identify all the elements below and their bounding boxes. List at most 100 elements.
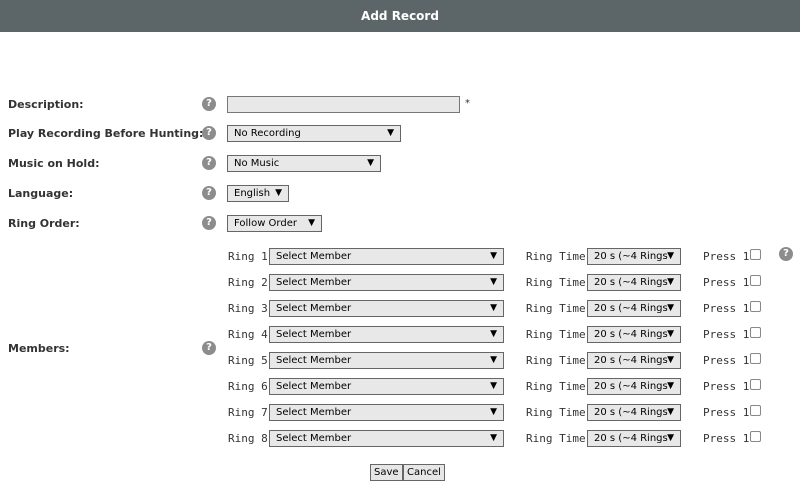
music-on-hold-select[interactable]: No Music ▼ bbox=[227, 155, 381, 172]
save-button[interactable]: Save bbox=[370, 464, 403, 481]
ring-label: Ring 8: bbox=[228, 432, 275, 445]
ring-time-value: 20 s (~4 Rings bbox=[594, 381, 668, 392]
ring-label: Ring 3: bbox=[228, 302, 275, 315]
ring-time-value: 20 s (~4 Rings bbox=[594, 303, 668, 314]
press-label: Press 1: bbox=[703, 302, 756, 315]
music-on-hold-value: No Music bbox=[234, 158, 280, 169]
ring-time-select[interactable]: 20 s (~4 Rings ▼ bbox=[587, 274, 681, 291]
chevron-down-icon: ▼ bbox=[667, 303, 674, 313]
press-label: Press 1: bbox=[703, 406, 756, 419]
press-label: Press 1: bbox=[703, 276, 756, 289]
press-1-checkbox[interactable] bbox=[750, 405, 761, 416]
ring-time-label: Ring Time: bbox=[526, 328, 593, 341]
ring-member-value: Select Member bbox=[276, 277, 352, 288]
ring-member-value: Select Member bbox=[276, 355, 352, 366]
ring-time-label: Ring Time: bbox=[526, 250, 593, 263]
ring-order-label: Ring Order: bbox=[8, 217, 80, 230]
chevron-down-icon: ▼ bbox=[667, 277, 674, 287]
play-recording-select[interactable]: No Recording ▼ bbox=[227, 125, 401, 142]
description-help-icon[interactable]: ? bbox=[202, 97, 216, 111]
chevron-down-icon: ▼ bbox=[490, 251, 497, 261]
chevron-down-icon: ▼ bbox=[367, 158, 374, 168]
ring-time-label: Ring Time: bbox=[526, 380, 593, 393]
dialog-title: Add Record bbox=[0, 0, 800, 32]
press-1-checkbox[interactable] bbox=[750, 301, 761, 312]
ring-time-label: Ring Time: bbox=[526, 276, 593, 289]
press-1-checkbox[interactable] bbox=[750, 327, 761, 338]
ring-member-select[interactable]: Select Member ▼ bbox=[269, 300, 504, 317]
language-help-icon[interactable]: ? bbox=[202, 186, 216, 200]
ring-time-value: 20 s (~4 Rings bbox=[594, 251, 668, 262]
chevron-down-icon: ▼ bbox=[667, 355, 674, 365]
chevron-down-icon: ▼ bbox=[490, 407, 497, 417]
ring-label: Ring 5: bbox=[228, 354, 275, 367]
press-label: Press 1: bbox=[703, 328, 756, 341]
language-select[interactable]: English ▼ bbox=[227, 185, 289, 202]
ring-label: Ring 4: bbox=[228, 328, 275, 341]
ring-member-select[interactable]: Select Member ▼ bbox=[269, 274, 504, 291]
ring-member-select[interactable]: Select Member ▼ bbox=[269, 326, 504, 343]
chevron-down-icon: ▼ bbox=[490, 355, 497, 365]
play-recording-value: No Recording bbox=[234, 128, 301, 139]
press-1-checkbox[interactable] bbox=[750, 379, 761, 390]
play-recording-help-icon[interactable]: ? bbox=[202, 126, 216, 140]
ring-order-value: Follow Order bbox=[234, 218, 297, 229]
ring-time-select[interactable]: 20 s (~4 Rings ▼ bbox=[587, 326, 681, 343]
ring-member-select[interactable]: Select Member ▼ bbox=[269, 430, 504, 447]
music-on-hold-label: Music on Hold: bbox=[8, 157, 100, 170]
ring-time-label: Ring Time: bbox=[526, 354, 593, 367]
ring-label: Ring 6: bbox=[228, 380, 275, 393]
chevron-down-icon: ▼ bbox=[387, 128, 394, 138]
press-1-checkbox[interactable] bbox=[750, 249, 761, 260]
ring-member-select[interactable]: Select Member ▼ bbox=[269, 352, 504, 369]
press-label: Press 1: bbox=[703, 250, 756, 263]
chevron-down-icon: ▼ bbox=[667, 433, 674, 443]
members-help-icon[interactable]: ? bbox=[202, 341, 216, 355]
ring-time-select[interactable]: 20 s (~4 Rings ▼ bbox=[587, 300, 681, 317]
ring-time-select[interactable]: 20 s (~4 Rings ▼ bbox=[587, 378, 681, 395]
ring-order-help-icon[interactable]: ? bbox=[202, 216, 216, 230]
ring-time-select[interactable]: 20 s (~4 Rings ▼ bbox=[587, 404, 681, 421]
ring-time-label: Ring Time: bbox=[526, 406, 593, 419]
language-value: English bbox=[234, 188, 271, 199]
chevron-down-icon: ▼ bbox=[490, 329, 497, 339]
chevron-down-icon: ▼ bbox=[667, 407, 674, 417]
chevron-down-icon: ▼ bbox=[667, 251, 674, 261]
ring-member-value: Select Member bbox=[276, 329, 352, 340]
ring-time-select[interactable]: 20 s (~4 Rings ▼ bbox=[587, 248, 681, 265]
ring-member-select[interactable]: Select Member ▼ bbox=[269, 378, 504, 395]
press-1-checkbox[interactable] bbox=[750, 431, 761, 442]
ring-time-value: 20 s (~4 Rings bbox=[594, 329, 668, 340]
press-help-icon[interactable]: ? bbox=[779, 247, 793, 261]
music-on-hold-help-icon[interactable]: ? bbox=[202, 156, 216, 170]
members-label: Members: bbox=[8, 342, 70, 355]
ring-time-label: Ring Time: bbox=[526, 302, 593, 315]
ring-time-value: 20 s (~4 Rings bbox=[594, 355, 668, 366]
ring-time-select[interactable]: 20 s (~4 Rings ▼ bbox=[587, 430, 681, 447]
press-1-checkbox[interactable] bbox=[750, 275, 761, 286]
description-input[interactable] bbox=[227, 96, 460, 113]
chevron-down-icon: ▼ bbox=[667, 381, 674, 391]
press-1-checkbox[interactable] bbox=[750, 353, 761, 364]
ring-member-select[interactable]: Select Member ▼ bbox=[269, 404, 504, 421]
chevron-down-icon: ▼ bbox=[490, 433, 497, 443]
ring-label: Ring 2: bbox=[228, 276, 275, 289]
ring-label: Ring 7: bbox=[228, 406, 275, 419]
ring-order-select[interactable]: Follow Order ▼ bbox=[227, 215, 322, 232]
ring-time-select[interactable]: 20 s (~4 Rings ▼ bbox=[587, 352, 681, 369]
chevron-down-icon: ▼ bbox=[490, 381, 497, 391]
press-label: Press 1: bbox=[703, 354, 756, 367]
chevron-down-icon: ▼ bbox=[308, 218, 315, 228]
press-label: Press 1: bbox=[703, 380, 756, 393]
ring-member-value: Select Member bbox=[276, 433, 352, 444]
language-label: Language: bbox=[8, 187, 74, 200]
description-label: Description: bbox=[8, 98, 84, 111]
ring-time-value: 20 s (~4 Rings bbox=[594, 433, 668, 444]
ring-label: Ring 1: bbox=[228, 250, 275, 263]
cancel-button[interactable]: Cancel bbox=[403, 464, 445, 481]
ring-time-value: 20 s (~4 Rings bbox=[594, 277, 668, 288]
ring-member-select[interactable]: Select Member ▼ bbox=[269, 248, 504, 265]
ring-time-value: 20 s (~4 Rings bbox=[594, 407, 668, 418]
play-recording-label: Play Recording Before Hunting: bbox=[8, 127, 204, 140]
ring-member-value: Select Member bbox=[276, 303, 352, 314]
